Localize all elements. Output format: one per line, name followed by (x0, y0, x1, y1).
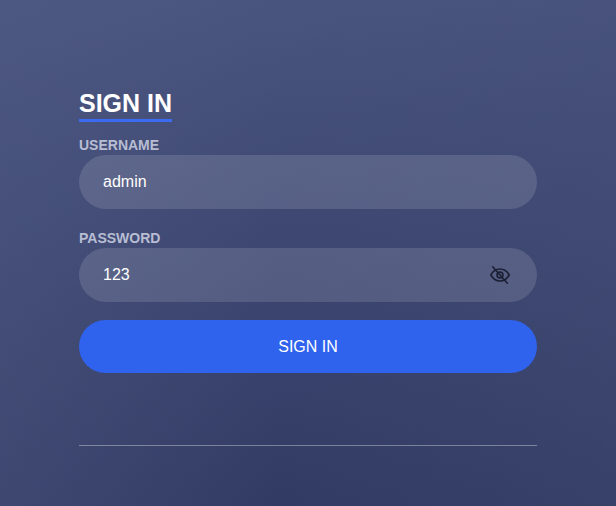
sign-in-form: SIGN IN USERNAME PASSWORD SIGN IN (79, 0, 537, 446)
sign-in-button[interactable]: SIGN IN (79, 320, 537, 373)
title-row: SIGN IN (79, 88, 537, 122)
text-input[interactable] (103, 170, 481, 194)
text-field (79, 155, 537, 209)
password-field (79, 248, 537, 302)
password-input[interactable] (103, 263, 481, 287)
divider (79, 445, 537, 446)
sign-in-title: SIGN IN (79, 88, 172, 122)
background-photo: SIGN IN USERNAME PASSWORD SIGN IN (0, 0, 616, 506)
eye-slash-icon[interactable] (489, 264, 511, 286)
field-label: USERNAME (79, 136, 537, 154)
field-label: PASSWORD (79, 229, 537, 247)
